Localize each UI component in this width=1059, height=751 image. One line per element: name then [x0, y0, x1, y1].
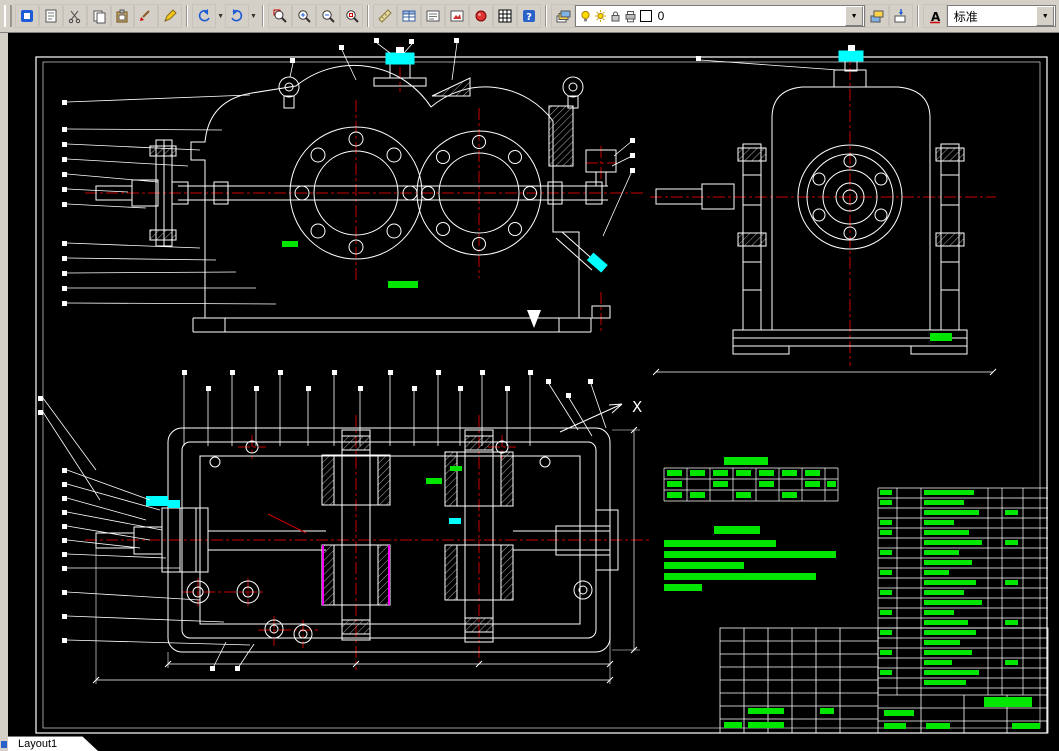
layer-color-icon[interactable]: [865, 4, 889, 28]
svg-text:?: ?: [526, 12, 532, 23]
drawing-canvas[interactable]: X: [0, 33, 1059, 751]
side-view-leader-marker: [696, 56, 701, 61]
image-icon[interactable]: [445, 4, 470, 28]
style-name[interactable]: 标准: [950, 8, 1036, 25]
toolbar-separator: [544, 5, 547, 27]
toolbar-separator: [916, 5, 919, 27]
layer-color-chip[interactable]: [639, 10, 652, 22]
printer-icon[interactable]: [623, 8, 638, 24]
brush-icon[interactable]: [134, 4, 159, 28]
measure-icon[interactable]: [373, 4, 398, 28]
layers-icon[interactable]: [550, 4, 575, 28]
layer-combo[interactable]: 0 ▼: [574, 5, 866, 27]
list-icon[interactable]: [421, 4, 446, 28]
undo-dropdown-icon[interactable]: ▼: [216, 13, 225, 20]
section-x-label: X: [632, 398, 642, 416]
side-view-highlights: [930, 333, 952, 341]
dropdown-arrow-icon[interactable]: ▼: [1036, 6, 1055, 26]
toolbar-separator: [367, 5, 370, 27]
sun-icon[interactable]: [593, 8, 608, 24]
text-style-icon[interactable]: A: [922, 4, 947, 28]
toolbar-separator: [261, 5, 264, 27]
dropdown-arrow-icon[interactable]: ▼: [845, 6, 864, 26]
bulb-icon[interactable]: [578, 8, 593, 24]
help-icon[interactable]: ?: [516, 4, 541, 28]
toolbar-grip[interactable]: [4, 5, 12, 27]
cad-application-window: ▼ ▼ ? 0 ▼ A 标准 ▼ X Layout1: [0, 0, 1059, 751]
lock-icon[interactable]: [608, 8, 623, 24]
style-combo[interactable]: 标准 ▼: [946, 5, 1057, 27]
copy-icon[interactable]: [86, 4, 111, 28]
layer-name[interactable]: 0: [654, 9, 845, 23]
zoom-extents-icon[interactable]: [339, 4, 364, 28]
undo-icon[interactable]: [192, 4, 217, 28]
zoom-out-icon[interactable]: [315, 4, 340, 28]
pencil-icon[interactable]: [158, 4, 183, 28]
ucs-corner-icon: [1, 741, 7, 748]
toolbar: ▼ ▼ ? 0 ▼ A 标准 ▼: [0, 0, 1059, 33]
tab-layout1[interactable]: Layout1: [8, 738, 57, 750]
left-gutter: [0, 33, 8, 751]
redo-dropdown-icon[interactable]: ▼: [249, 13, 258, 20]
grid-icon[interactable]: [492, 4, 517, 28]
cut-icon[interactable]: [62, 4, 87, 28]
table-icon[interactable]: [397, 4, 422, 28]
app-icon[interactable]: [14, 4, 39, 28]
zoom-realtime-icon[interactable]: [291, 4, 316, 28]
open-icon[interactable]: [38, 4, 63, 28]
paste-icon[interactable]: [110, 4, 135, 28]
zoom-window-icon[interactable]: [267, 4, 292, 28]
render-icon[interactable]: [469, 4, 493, 28]
toolbar-separator: [186, 5, 189, 27]
redo-icon[interactable]: [225, 4, 249, 28]
layer-states-icon[interactable]: [888, 4, 913, 28]
